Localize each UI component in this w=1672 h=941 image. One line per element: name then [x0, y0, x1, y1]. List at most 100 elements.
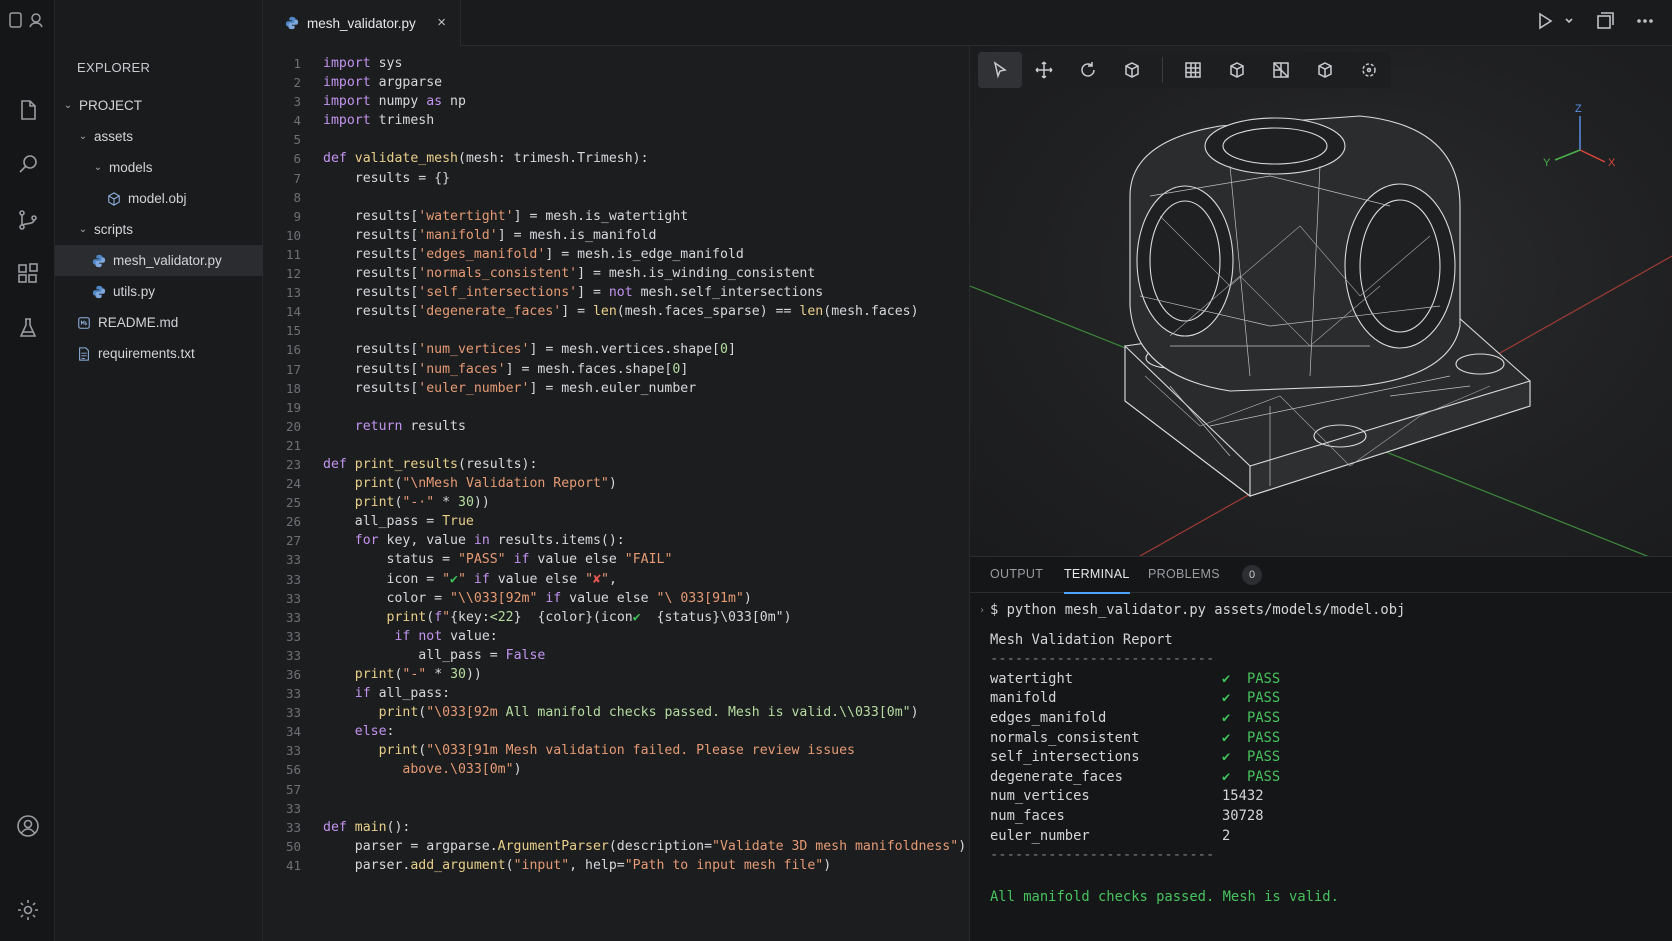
code-line[interactable]: 3 import numpy as np: [263, 92, 970, 111]
terminal-output[interactable]: › $ python mesh_validator.py assets/model…: [979, 601, 1405, 907]
line-content: def print_results(results):: [323, 456, 538, 472]
tree-item-readme-md[interactable]: README.md: [55, 307, 263, 338]
more-actions-icon[interactable]: [1636, 12, 1654, 30]
tree-item-scripts[interactable]: ⌄ scripts: [55, 214, 263, 245]
tree-item-utils-py[interactable]: utils.py: [55, 276, 263, 307]
check-key: edges_manifold: [990, 709, 1107, 726]
ide-window: EXPLORER ⌄ PROJECT ⌄ assets ⌄ models model.obj…: [0, 0, 1672, 941]
extensions-icon[interactable]: [14, 260, 42, 288]
line-content: print("-·" * 30)): [354, 495, 490, 511]
code-line[interactable]: 33 def main():: [263, 818, 970, 837]
tab-mesh-validator[interactable]: mesh_validator.py ×: [263, 0, 461, 46]
testing-flask-icon[interactable]: [14, 314, 42, 342]
code-line[interactable]: 21: [263, 436, 970, 455]
code-line[interactable]: 57: [263, 780, 970, 799]
code-line[interactable]: 33 print("\033[92m All manifold checks p…: [263, 703, 970, 722]
rotate-tool-button[interactable]: [1066, 52, 1110, 88]
line-number: 21: [285, 437, 301, 453]
code-line[interactable]: 33: [263, 799, 970, 818]
tree-item-model-obj[interactable]: model.obj: [55, 183, 263, 214]
code-line[interactable]: 33 print("\033[91m Mesh validation faile…: [263, 741, 970, 760]
code-line[interactable]: 10 results['manifold'] = mesh.is_manifol…: [263, 226, 970, 245]
cube-view-button[interactable]: [1215, 52, 1259, 88]
code-line[interactable]: 33 if not value:: [263, 627, 970, 646]
code-line[interactable]: 25 print("-·" * 30)): [263, 493, 970, 512]
code-line[interactable]: 33 print(f"{key:<22} {color}(icon✔ {stat…: [263, 608, 970, 627]
code-line[interactable]: 2 import argparse: [263, 73, 970, 92]
code-line[interactable]: 27 for key, value in results.items():: [263, 531, 970, 550]
line-content: results = {}: [323, 170, 451, 186]
search-icon[interactable]: [14, 150, 42, 178]
tree-item-requirements-txt[interactable]: requirements.txt: [55, 338, 263, 369]
tree-item-mesh-validator-py[interactable]: mesh_validator.py: [55, 245, 263, 276]
grid-view-button[interactable]: [1171, 52, 1215, 88]
code-line[interactable]: 12 results['normals_consistent'] = mesh.…: [263, 264, 970, 283]
box-tool-button[interactable]: [1110, 52, 1154, 88]
code-line[interactable]: 23 def print_results(results):: [263, 455, 970, 474]
tab-output[interactable]: OUTPUT: [990, 567, 1043, 581]
line-number: 57: [285, 781, 301, 797]
chevron-down-icon[interactable]: ⌄: [76, 224, 90, 235]
line-content: parser = argparse.ArgumentParser(descrip…: [323, 838, 967, 854]
code-line[interactable]: 24 print("\nMesh Validation Report"): [263, 474, 970, 493]
code-editor[interactable]: 1 import sys 2 import argparse 3 import numpy…: [263, 46, 970, 941]
code-line[interactable]: 11 results['edges_manifold'] = mesh.is_e…: [263, 245, 970, 264]
settings-gear-icon[interactable]: [14, 896, 42, 924]
sidebar-toggle-icon[interactable]: [8, 12, 24, 28]
code-line[interactable]: 13 results['self_intersections'] = not m…: [263, 283, 970, 302]
code-line[interactable]: 36 print("-" * 30)): [263, 665, 970, 684]
code-line[interactable]: 50 parser = argparse.ArgumentParser(desc…: [263, 837, 970, 856]
account-small-icon[interactable]: [28, 12, 44, 28]
code-line[interactable]: 20 return results: [263, 417, 970, 436]
code-line[interactable]: 5: [263, 130, 970, 149]
code-line[interactable]: 56 above.\033[0m"): [263, 760, 970, 779]
explorer-icon[interactable]: [14, 96, 42, 124]
code-line[interactable]: 33 if all_pass:: [263, 684, 970, 703]
code-line[interactable]: 9 results['watertight'] = mesh.is_watert…: [263, 207, 970, 226]
code-line[interactable]: 15: [263, 321, 970, 340]
code-line[interactable]: 17 results['num_faces'] = mesh.faces.sha…: [263, 360, 970, 379]
viewport-scene[interactable]: Z X Y: [970, 46, 1672, 556]
line-content: print("-" * 30)): [354, 667, 482, 682]
select-tool-button[interactable]: [978, 52, 1022, 88]
tree-item-models[interactable]: ⌄ models: [55, 152, 263, 183]
line-content: [301, 188, 323, 207]
code-line[interactable]: 16 results['num_vertices'] = mesh.vertic…: [263, 340, 970, 359]
code-line[interactable]: 4 import trimesh: [263, 111, 970, 130]
code-line[interactable]: 8: [263, 188, 970, 207]
solid-view-button[interactable]: [1303, 52, 1347, 88]
code-line[interactable]: 26 all_pass = True: [263, 512, 970, 531]
orbit-view-button[interactable]: [1347, 52, 1391, 88]
line-content: results['num_vertices'] = mesh.vertices.…: [323, 342, 736, 358]
code-line[interactable]: 14 results['degenerate_faces'] = len(mes…: [263, 302, 970, 321]
code-line[interactable]: 33 all_pass = False: [263, 646, 970, 665]
code-line[interactable]: 33 status = "PASS" if value else "FAIL": [263, 550, 970, 569]
chevron-down-icon[interactable]: ⌄: [61, 100, 75, 111]
code-line[interactable]: 41 parser.add_argument("input", help="Pa…: [263, 856, 970, 875]
account-icon[interactable]: [14, 812, 42, 840]
tree-item-project[interactable]: ⌄ PROJECT: [55, 90, 263, 121]
run-icon[interactable]: [1536, 12, 1554, 30]
tab-problems[interactable]: PROBLEMS: [1148, 567, 1220, 581]
chevron-down-icon[interactable]: ⌄: [76, 131, 90, 142]
code-line[interactable]: 19: [263, 398, 970, 417]
3d-viewport[interactable]: Z X Y: [970, 46, 1672, 556]
line-number: 8: [293, 189, 301, 205]
final-message: All manifold checks passed. Mesh is vali…: [990, 888, 1339, 905]
chevron-down-icon[interactable]: [1564, 16, 1574, 26]
tree-item-assets[interactable]: ⌄ assets: [55, 121, 263, 152]
code-line[interactable]: 7 results = {}: [263, 169, 970, 188]
close-icon[interactable]: ×: [437, 14, 446, 31]
code-line[interactable]: 33 color = "\\033[92m" if value else "\ …: [263, 589, 970, 608]
code-line[interactable]: 33 icon = "✔" if value else "✘",: [263, 570, 970, 589]
code-line[interactable]: 34 else:: [263, 722, 970, 741]
source-control-icon[interactable]: [14, 206, 42, 234]
chevron-down-icon[interactable]: ⌄: [91, 162, 105, 173]
move-tool-button[interactable]: [1022, 52, 1066, 88]
tab-terminal[interactable]: TERMINAL: [1064, 567, 1130, 594]
code-line[interactable]: 6 def validate_mesh(mesh: trimesh.Trimesh…: [263, 149, 970, 168]
split-editor-icon[interactable]: [1596, 12, 1614, 30]
code-line[interactable]: 18 results['euler_number'] = mesh.euler_…: [263, 379, 970, 398]
wireframe-view-button[interactable]: [1259, 52, 1303, 88]
code-line[interactable]: 1 import sys: [263, 54, 970, 73]
